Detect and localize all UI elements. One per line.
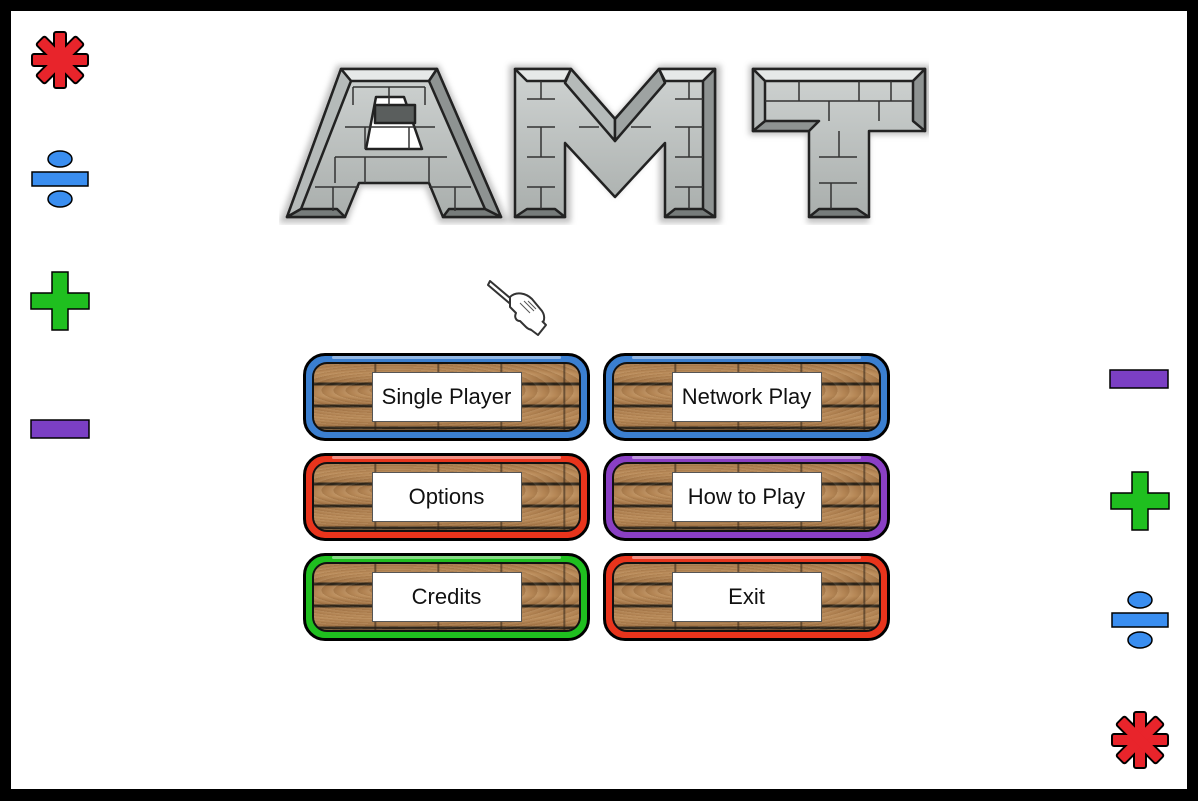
button-shine	[332, 456, 561, 459]
exit-label: Exit	[671, 572, 822, 622]
game-screen: Single Player Network Play Options How t…	[11, 11, 1187, 789]
single-player-label: Single Player	[371, 372, 522, 422]
plus-icon	[30, 271, 90, 331]
game-logo	[279, 65, 929, 223]
multiply-icon	[1111, 711, 1169, 769]
divide-icon	[1111, 591, 1169, 649]
minus-icon	[30, 419, 90, 439]
divide-icon	[31, 150, 89, 208]
exit-button[interactable]: Exit	[603, 553, 890, 641]
button-shine	[632, 356, 861, 359]
how-to-play-label: How to Play	[671, 472, 822, 522]
multiply-icon	[31, 31, 89, 89]
plus-icon	[1110, 471, 1170, 531]
credits-label: Credits	[371, 572, 522, 622]
minus-icon	[1109, 369, 1169, 389]
button-shine	[632, 556, 861, 559]
pointing-hand-cursor-icon	[487, 280, 547, 336]
single-player-button[interactable]: Single Player	[303, 353, 590, 441]
button-shine	[632, 456, 861, 459]
options-label: Options	[371, 472, 522, 522]
options-button[interactable]: Options	[303, 453, 590, 541]
button-shine	[332, 356, 561, 359]
network-play-button[interactable]: Network Play	[603, 353, 890, 441]
how-to-play-button[interactable]: How to Play	[603, 453, 890, 541]
button-shine	[332, 556, 561, 559]
network-play-label: Network Play	[671, 372, 822, 422]
credits-button[interactable]: Credits	[303, 553, 590, 641]
